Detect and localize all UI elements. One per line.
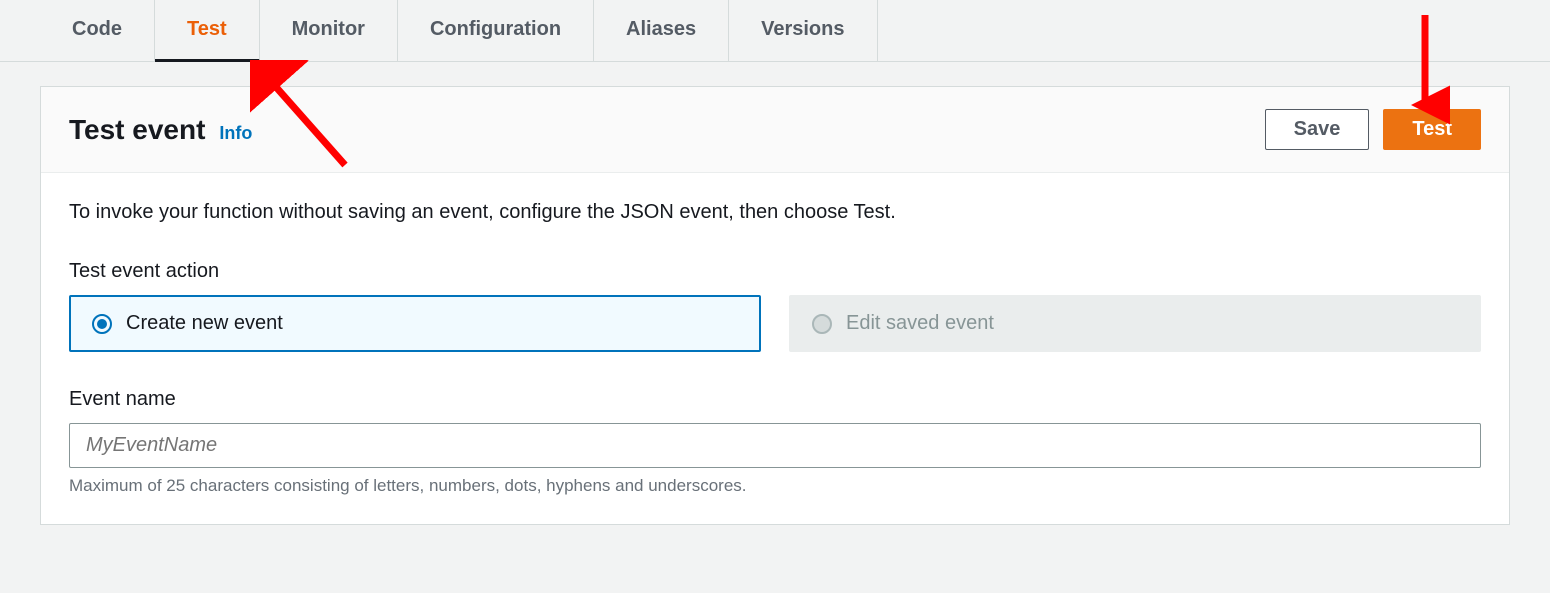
tabs-bar: Code Test Monitor Configuration Aliases … (0, 0, 1550, 62)
radio-row: Create new event Edit saved event (69, 295, 1481, 352)
event-name-label: Event name (69, 388, 1481, 411)
test-button[interactable]: Test (1383, 109, 1481, 150)
radio-label: Edit saved event (846, 312, 994, 335)
panel-description: To invoke your function without saving a… (69, 201, 1481, 224)
radio-edit-saved-event: Edit saved event (789, 295, 1481, 352)
tab-code[interactable]: Code (40, 0, 155, 61)
info-link[interactable]: Info (219, 123, 252, 144)
radio-create-new-event[interactable]: Create new event (69, 295, 761, 352)
tab-monitor[interactable]: Monitor (260, 0, 398, 61)
tab-aliases[interactable]: Aliases (594, 0, 729, 61)
panel-body: To invoke your function without saving a… (41, 173, 1509, 524)
panel-title: Test event (69, 114, 205, 146)
panel-title-wrap: Test event Info (69, 114, 252, 146)
save-button[interactable]: Save (1265, 109, 1370, 150)
test-event-action-label: Test event action (69, 260, 1481, 283)
test-event-panel: Test event Info Save Test To invoke your… (40, 86, 1510, 525)
radio-icon (812, 314, 832, 334)
radio-label: Create new event (126, 312, 283, 335)
tab-versions[interactable]: Versions (729, 0, 877, 61)
tab-test[interactable]: Test (155, 0, 260, 62)
radio-icon (92, 314, 112, 334)
tab-configuration[interactable]: Configuration (398, 0, 594, 61)
event-name-helper: Maximum of 25 characters consisting of l… (69, 476, 1481, 496)
button-row: Save Test (1265, 109, 1481, 150)
event-name-input[interactable] (69, 423, 1481, 468)
panel-header: Test event Info Save Test (41, 87, 1509, 173)
